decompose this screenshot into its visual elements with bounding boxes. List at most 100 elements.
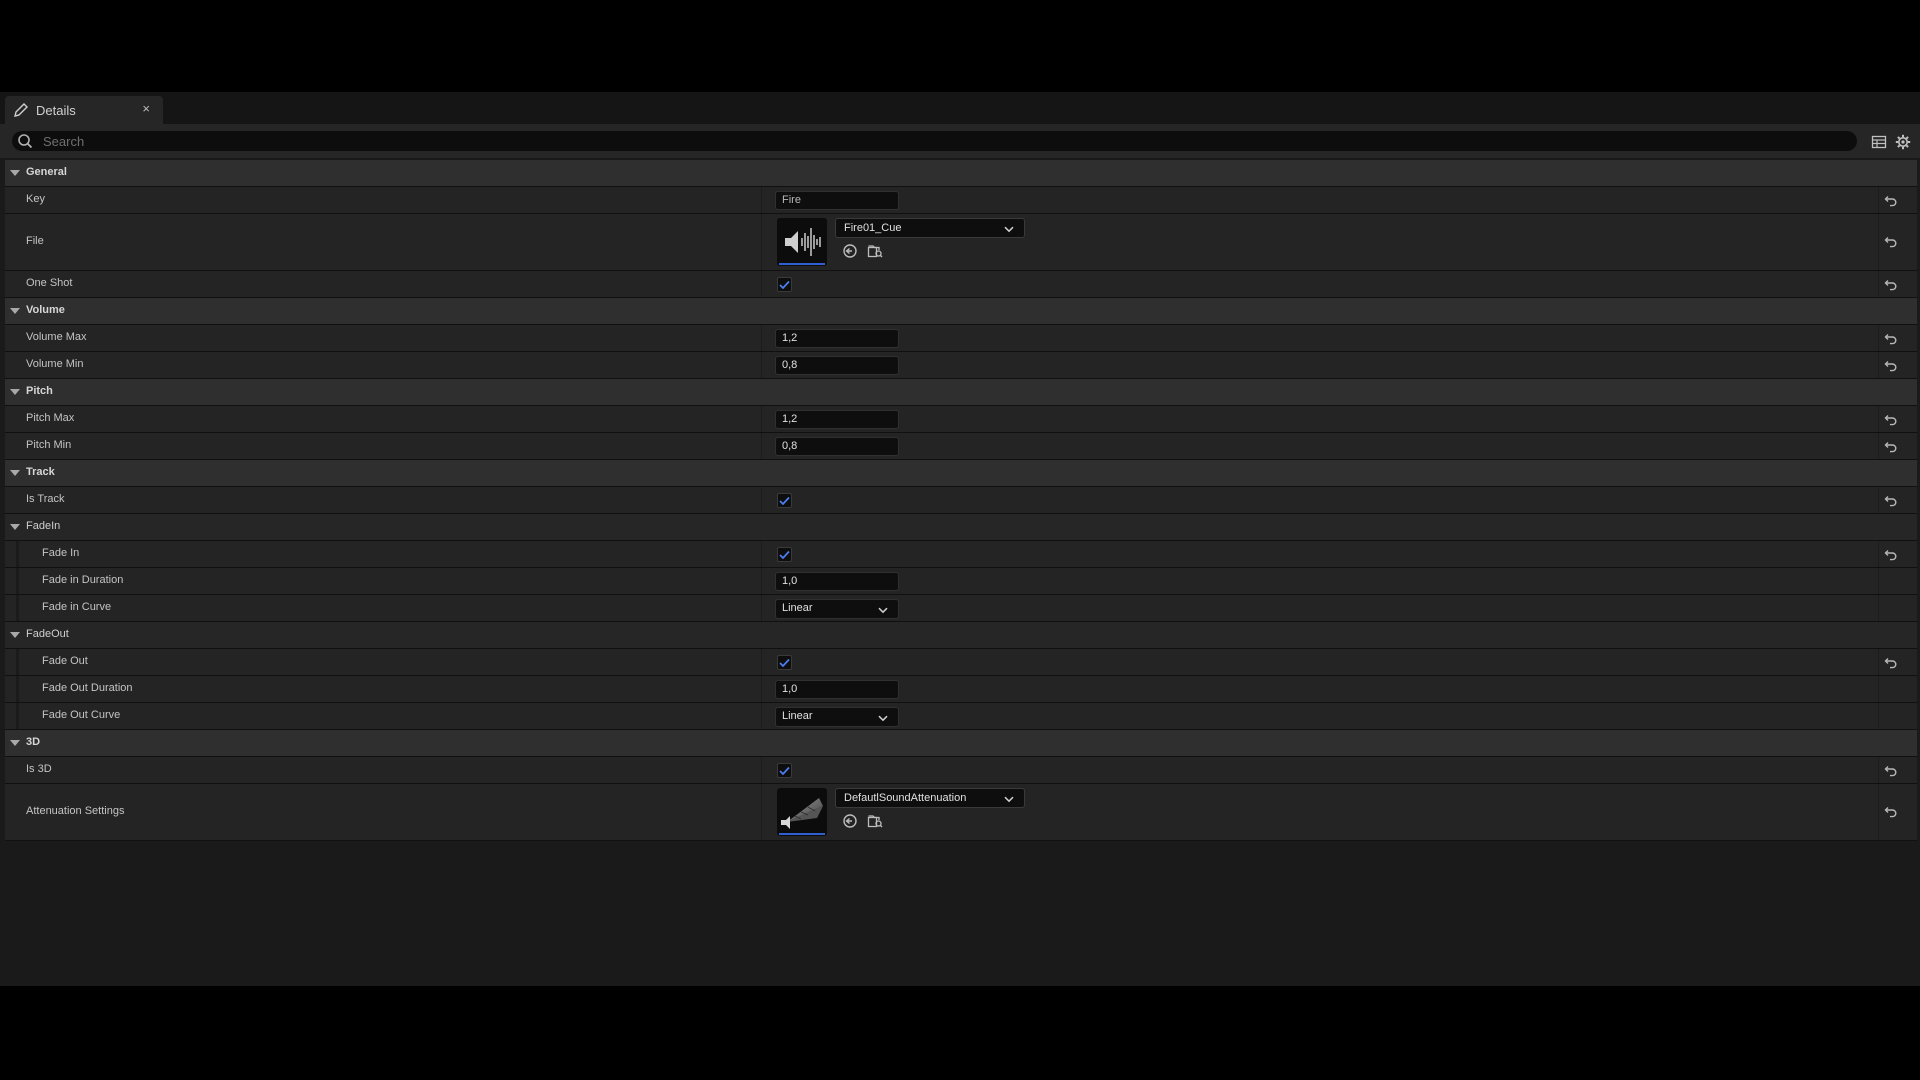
chevron-down-icon [1004,224,1014,236]
reset-column-divider [1878,784,1879,840]
reset-column-divider [1878,271,1879,297]
column-divider[interactable] [761,757,762,783]
browse-to-asset-icon[interactable] [866,242,884,260]
property-label: Is 3D [26,763,52,775]
reset-to-default-icon[interactable] [1881,491,1901,511]
reset-column-divider [1878,487,1879,513]
file-thumbnail[interactable] [777,218,827,266]
reset-column-divider [1878,541,1879,567]
category-fadein[interactable]: FadeIn [5,514,1917,541]
column-divider[interactable] [761,325,762,351]
tab-close-button[interactable]: × [142,101,150,116]
is-3d-checkbox[interactable] [777,763,792,778]
table-view-icon[interactable] [1870,133,1888,151]
column-divider[interactable] [761,406,762,432]
indent-guide [16,568,19,594]
fade-out-duration-field[interactable]: 1,0 [775,680,899,699]
file-asset-picker[interactable]: Fire01_Cue [835,218,1025,238]
expand-arrow-icon[interactable] [10,524,20,530]
fade-out-checkbox[interactable] [777,655,792,670]
property-label: File [26,235,44,247]
category-label: Volume [26,304,65,316]
reset-column-divider [1878,649,1879,675]
category-volume[interactable]: Volume [5,298,1917,325]
fade-in-checkbox[interactable] [777,547,792,562]
reset-column-divider [1878,187,1879,213]
indent-guide [16,595,19,621]
asset-name: DefautlSoundAttenuation [844,792,967,804]
dropdown-value: Linear [782,710,813,722]
fade-in-duration-field[interactable]: 1,0 [775,572,899,591]
column-divider[interactable] [761,352,762,378]
browse-to-asset-icon[interactable] [866,812,884,830]
reset-to-default-icon[interactable] [1881,410,1901,430]
column-divider[interactable] [761,703,762,729]
search-input[interactable] [41,132,1745,150]
column-divider[interactable] [761,649,762,675]
attenuation-settings-thumbnail[interactable] [777,788,827,836]
reset-to-default-icon[interactable] [1881,545,1901,565]
category-label: General [26,166,67,178]
reset-to-default-icon[interactable] [1881,275,1901,295]
column-divider[interactable] [761,487,762,513]
expand-arrow-icon[interactable] [10,632,20,638]
pitch-max-field[interactable]: 1,2 [775,410,899,429]
column-divider[interactable] [761,433,762,459]
volume-min-field[interactable]: 0,8 [775,356,899,375]
reset-column-divider [1878,214,1879,270]
reset-to-default-icon[interactable] [1881,356,1901,376]
fade-in-curve-dropdown[interactable]: Linear [775,599,899,619]
use-selected-asset-icon[interactable] [841,242,859,260]
reset-to-default-icon[interactable] [1881,232,1901,252]
one-shot-checkbox[interactable] [777,277,792,292]
property-row-fade-out-curve: Fade Out Curve Linear [5,703,1917,730]
reset-to-default-icon[interactable] [1881,329,1901,349]
property-label: Volume Max [26,331,87,343]
attenuation-settings-asset-picker[interactable]: DefautlSoundAttenuation [835,788,1025,808]
reset-to-default-icon[interactable] [1881,761,1901,781]
category-pitch[interactable]: Pitch [5,379,1917,406]
fade-out-curve-dropdown[interactable]: Linear [775,707,899,727]
column-divider[interactable] [761,784,762,840]
reset-column-divider [1878,433,1879,459]
use-selected-asset-icon[interactable] [841,812,859,830]
column-divider[interactable] [761,568,762,594]
tab-title: Details [36,102,76,118]
property-label: Fade Out Duration [42,682,133,694]
search-box[interactable] [12,131,1857,151]
category-3d[interactable]: 3D [5,730,1917,757]
gear-icon[interactable] [1894,133,1912,151]
category-general[interactable]: General [5,160,1917,187]
reset-to-default-icon[interactable] [1881,437,1901,457]
tab-details[interactable]: Details × [5,96,163,124]
expand-arrow-icon[interactable] [10,308,20,314]
column-divider[interactable] [761,214,762,270]
indent-guide [16,676,19,702]
property-label: Fade in Duration [42,574,124,586]
category-fadeout[interactable]: FadeOut [5,622,1917,649]
column-divider[interactable] [761,595,762,621]
expand-arrow-icon[interactable] [10,389,20,395]
property-row-key: Key Fire [5,187,1917,214]
property-row-fade-in-duration: Fade in Duration 1,0 [5,568,1917,595]
category-label: Pitch [26,385,53,397]
key-field[interactable]: Fire [775,191,899,210]
column-divider[interactable] [761,187,762,213]
expand-arrow-icon[interactable] [10,740,20,746]
property-row-volume-min: Volume Min 0,8 [5,352,1917,379]
reset-to-default-icon[interactable] [1881,191,1901,211]
column-divider[interactable] [761,271,762,297]
reset-to-default-icon[interactable] [1881,802,1901,822]
expand-arrow-icon[interactable] [10,170,20,176]
reset-to-default-icon[interactable] [1881,653,1901,673]
asset-type-underline [779,263,825,265]
column-divider[interactable] [761,541,762,567]
expand-arrow-icon[interactable] [10,470,20,476]
pitch-min-field[interactable]: 0,8 [775,437,899,456]
category-label: FadeOut [26,628,69,640]
volume-max-field[interactable]: 1,2 [775,329,899,348]
category-track[interactable]: Track [5,460,1917,487]
column-divider[interactable] [761,676,762,702]
property-row-attenuation-settings: Attenuation Settings DefautlSoundAttenuat… [5,784,1917,841]
is-track-checkbox[interactable] [777,493,792,508]
